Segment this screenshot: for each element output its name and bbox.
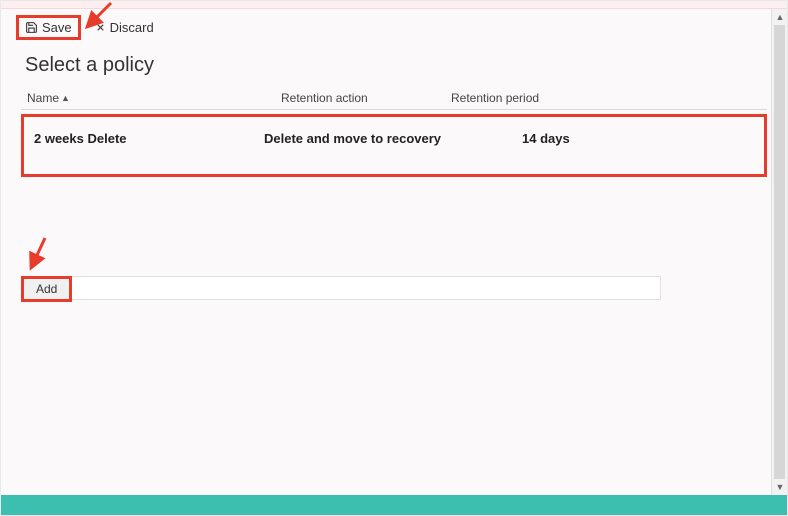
close-icon [95,22,106,33]
save-button[interactable]: Save [16,15,81,40]
discard-button[interactable]: Discard [89,18,160,37]
column-name[interactable]: Name ▲ [21,91,281,105]
scroll-up-icon[interactable]: ▲ [772,9,788,25]
footer-bar [1,495,787,515]
toolbar: Save Discard [1,9,787,46]
cell-name: 2 weeks Delete [24,131,264,146]
add-area: Add [21,276,661,302]
table-row[interactable]: 2 weeks Delete Delete and move to recove… [21,114,767,177]
cell-action: Delete and move to recovery [264,131,494,146]
save-icon [25,21,38,34]
column-retention-action[interactable]: Retention action [281,91,451,105]
policy-table: Name ▲ Retention action Retention period… [21,87,767,177]
top-strip [1,1,787,9]
column-name-label: Name [27,91,59,105]
discard-label: Discard [110,20,154,35]
sort-ascending-icon: ▲ [61,93,70,103]
column-retention-period[interactable]: Retention period [451,91,581,105]
save-label: Save [42,20,72,35]
add-input[interactable] [72,276,661,300]
scroll-down-icon[interactable]: ▼ [772,479,788,495]
page-title: Select a policy [1,46,787,87]
vertical-scrollbar[interactable]: ▲ ▼ [771,9,787,495]
table-header: Name ▲ Retention action Retention period [21,87,767,110]
scroll-thumb[interactable] [774,25,785,479]
annotation-arrow-add [19,234,59,274]
cell-period: 14 days [494,131,594,146]
add-button[interactable]: Add [21,276,72,302]
